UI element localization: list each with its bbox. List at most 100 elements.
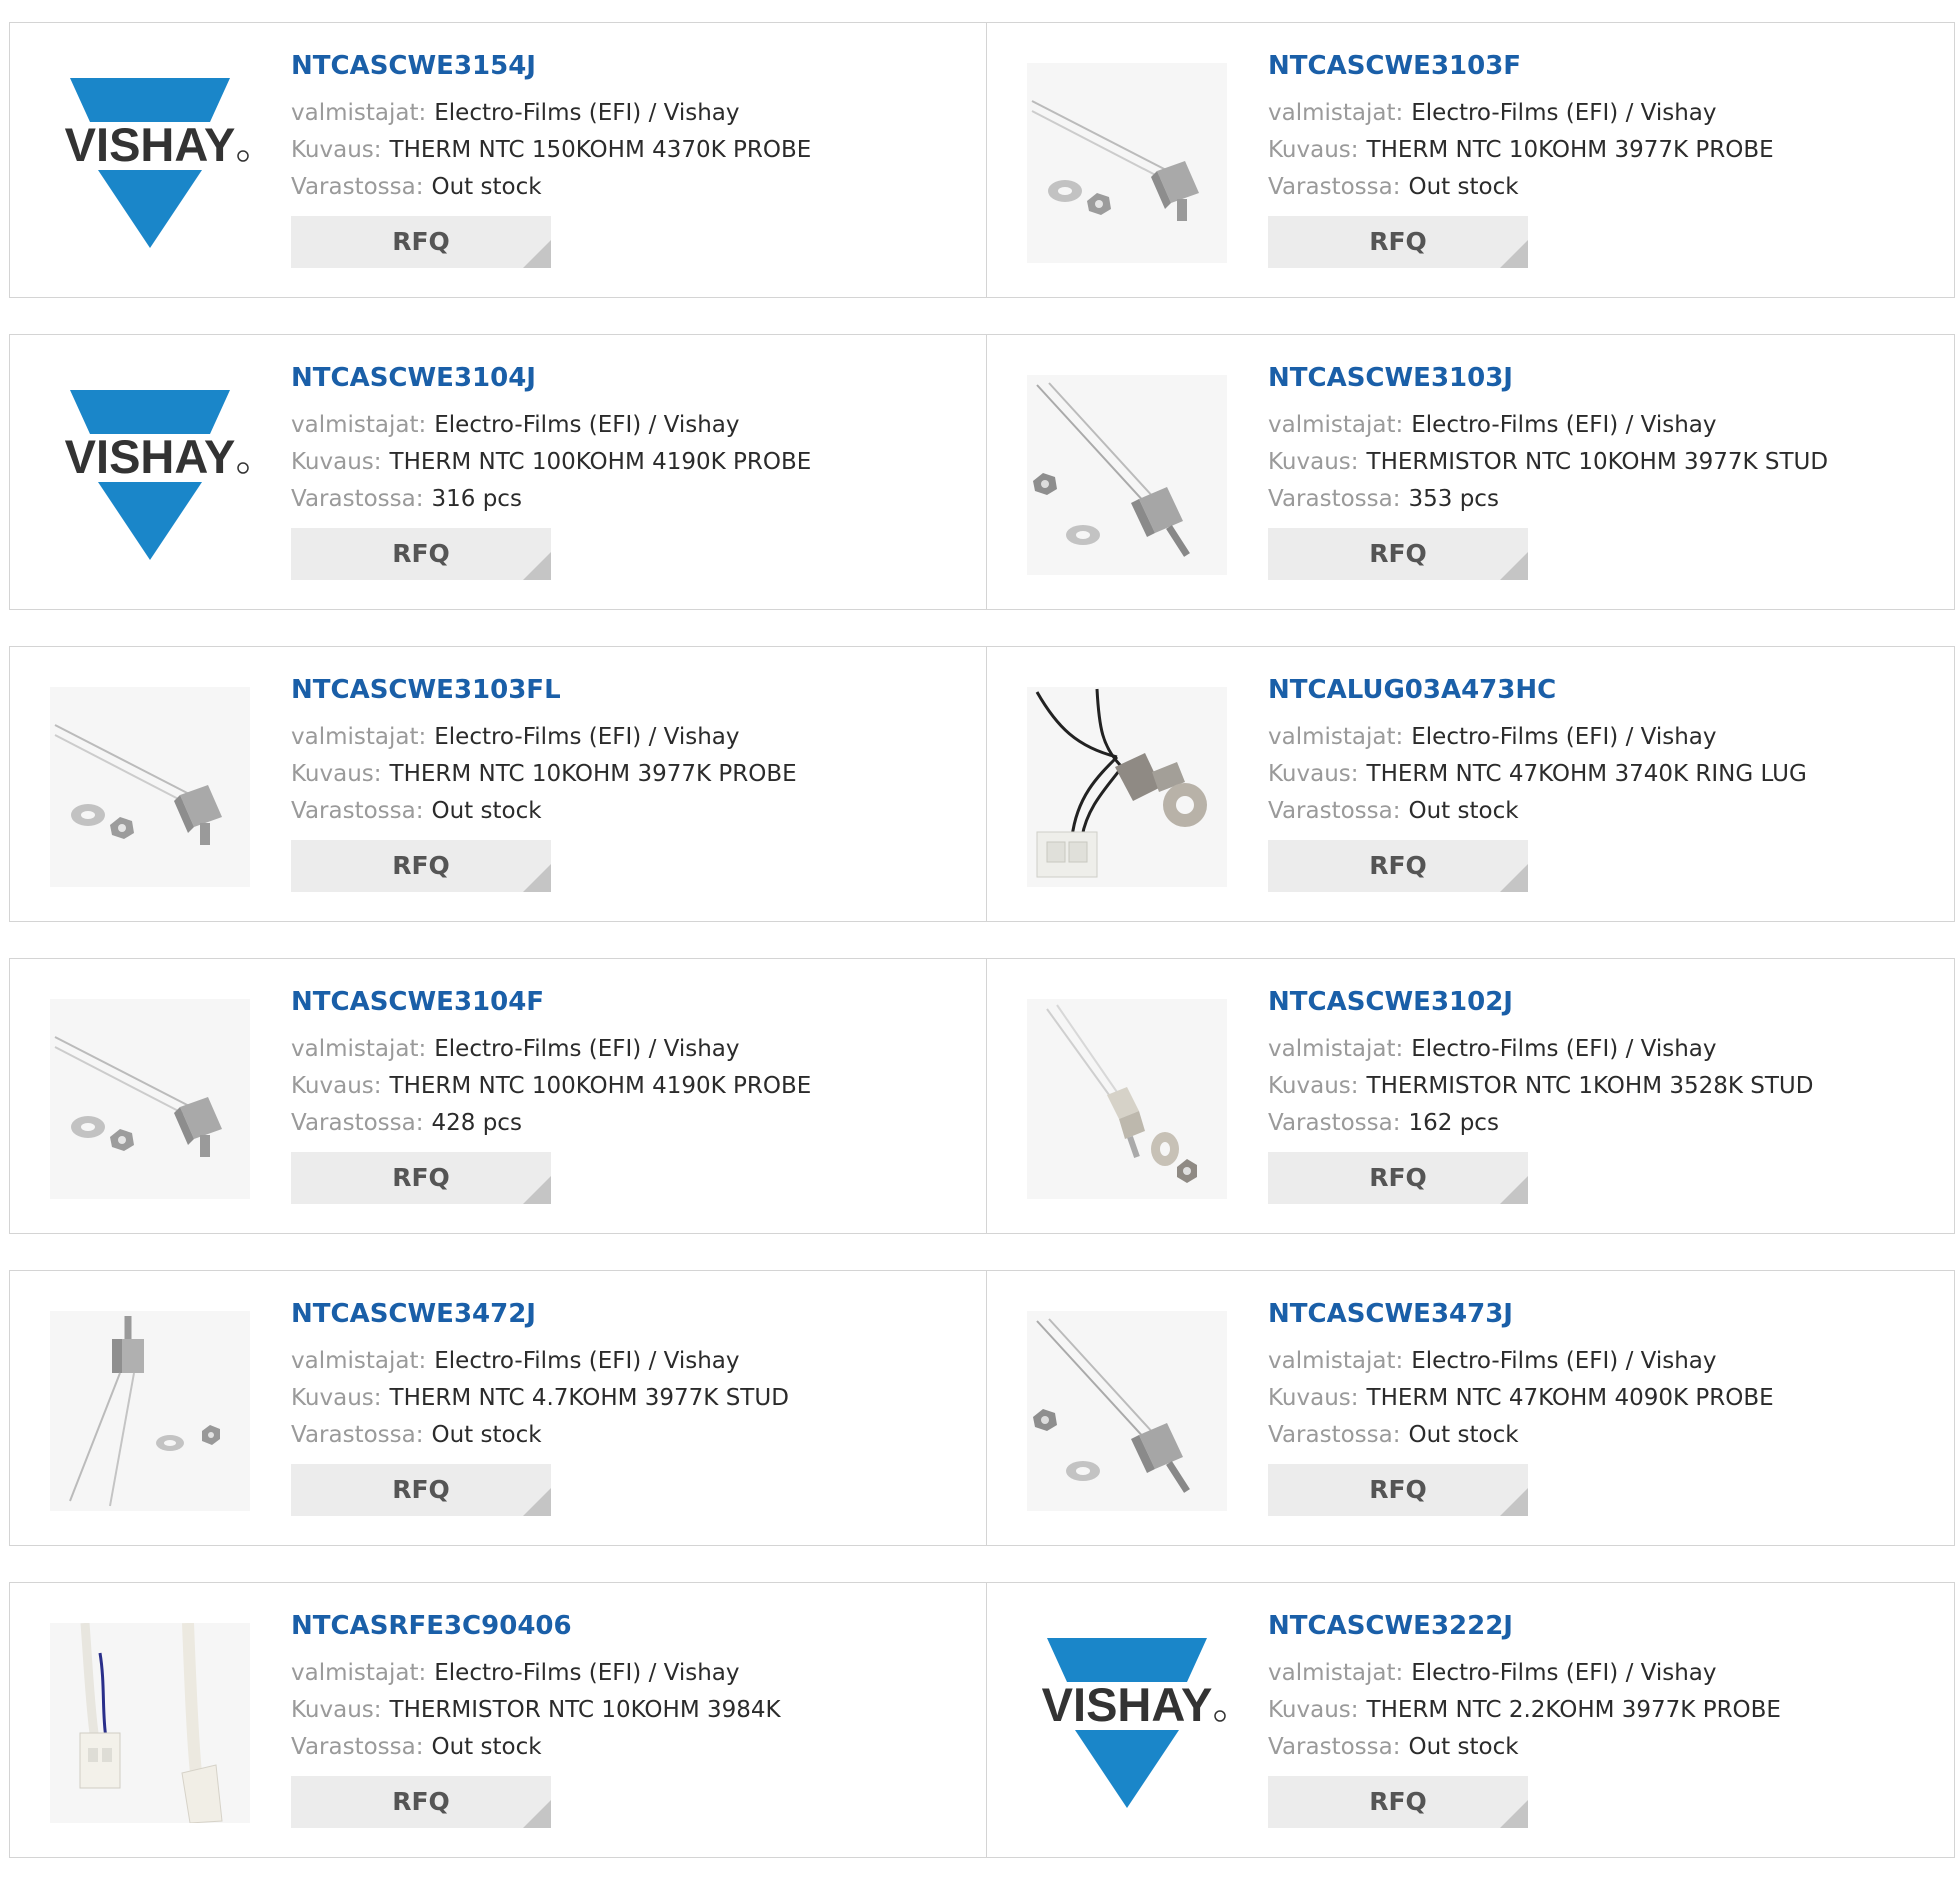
part-number-link[interactable]: NTCASCWE3472J (291, 1297, 976, 1331)
corner-triangle-icon (523, 1176, 551, 1204)
part-number-link[interactable]: NTCASCWE3104J (291, 361, 976, 395)
stock-line: Varastossa: Out stock (291, 1729, 976, 1766)
part-number-link[interactable]: NTCASCWE3104F (291, 985, 976, 1019)
product-image[interactable] (50, 687, 250, 887)
rfq-button[interactable]: RFQ (1268, 1152, 1528, 1204)
part-number-link[interactable]: NTCASCWE3102J (1268, 985, 1944, 1019)
stock-value: Out stock (1408, 798, 1519, 824)
description-line: Kuvaus: THERM NTC 100KOHM 4190K PROBE (291, 444, 976, 481)
product-image[interactable] (50, 1311, 250, 1511)
part-number-link[interactable]: NTCASCWE3154J (291, 49, 976, 83)
product-image[interactable] (1027, 375, 1227, 575)
product-image[interactable]: VISHAY (1027, 1623, 1227, 1823)
product-image[interactable] (50, 1623, 250, 1823)
product-image[interactable] (1027, 999, 1227, 1199)
part-number-link[interactable]: NTCASCWE3103J (1268, 361, 1944, 395)
stock-value: Out stock (431, 174, 542, 200)
rfq-button[interactable]: RFQ (1268, 528, 1528, 580)
description-value: THERMISTOR NTC 1KOHM 3528K STUD (1366, 1073, 1814, 1099)
stock-value: 162 pcs (1408, 1110, 1499, 1136)
product-row: NTCASRFE3C90406 valmistajat: Electro-Film… (9, 1582, 1955, 1858)
manufacturer-label: valmistajat: (291, 1036, 427, 1062)
manufacturer-value: Electro-Films (EFI) / Vishay (1411, 412, 1717, 438)
svg-text:VISHAY: VISHAY (1042, 1678, 1213, 1731)
description-value: THERM NTC 47KOHM 3740K RING LUG (1366, 761, 1807, 787)
rfq-button[interactable]: RFQ (291, 1152, 551, 1204)
product-card: VISHAY NTCASCWE3222J valmistajat: Electro… (986, 1583, 1954, 1857)
product-info: NTCASCWE3154J valmistajat: Electro-Films … (291, 49, 976, 268)
product-info: NTCASCWE3104J valmistajat: Electro-Films … (291, 361, 976, 580)
description-label: Kuvaus: (291, 1697, 382, 1723)
corner-triangle-icon (523, 1800, 551, 1828)
rfq-button[interactable]: RFQ (291, 528, 551, 580)
rfq-button[interactable]: RFQ (291, 1776, 551, 1828)
manufacturer-line: valmistajat: Electro-Films (EFI) / Vishay (1268, 1343, 1944, 1380)
part-number-link[interactable]: NTCALUG03A473HC (1268, 673, 1944, 707)
stock-label: Varastossa: (1268, 1422, 1401, 1448)
product-image[interactable] (1027, 63, 1227, 263)
manufacturer-line: valmistajat: Electro-Films (EFI) / Vishay (1268, 1031, 1944, 1068)
product-image[interactable] (1027, 687, 1227, 887)
description-line: Kuvaus: THERM NTC 4.7KOHM 3977K STUD (291, 1380, 976, 1417)
rfq-button[interactable]: RFQ (1268, 1464, 1528, 1516)
stock-line: Varastossa: 428 pcs (291, 1105, 976, 1142)
rfq-button[interactable]: RFQ (291, 216, 551, 268)
manufacturer-value: Electro-Films (EFI) / Vishay (1411, 724, 1717, 750)
stock-label: Varastossa: (291, 1110, 424, 1136)
part-number-link[interactable]: NTCASCWE3473J (1268, 1297, 1944, 1331)
product-info: NTCASCWE3472J valmistajat: Electro-Films … (291, 1297, 976, 1516)
part-number-link[interactable]: NTCASCWE3103F (1268, 49, 1944, 83)
rfq-label: RFQ (1369, 1163, 1427, 1192)
corner-triangle-icon (1500, 864, 1528, 892)
part-number-link[interactable]: NTCASCWE3103FL (291, 673, 976, 707)
product-image[interactable]: VISHAY (50, 375, 250, 575)
manufacturer-label: valmistajat: (1268, 412, 1404, 438)
rfq-button[interactable]: RFQ (291, 840, 551, 892)
manufacturer-value: Electro-Films (EFI) / Vishay (1411, 1660, 1717, 1686)
manufacturer-line: valmistajat: Electro-Films (EFI) / Vishay (291, 1343, 976, 1380)
stock-value: 316 pcs (431, 486, 522, 512)
description-line: Kuvaus: THERMISTOR NTC 10KOHM 3984K (291, 1692, 976, 1729)
stock-line: Varastossa: 162 pcs (1268, 1105, 1944, 1142)
corner-triangle-icon (523, 552, 551, 580)
stock-line: Varastossa: Out stock (291, 793, 976, 830)
product-card: NTCASRFE3C90406 valmistajat: Electro-Film… (10, 1583, 986, 1857)
description-label: Kuvaus: (291, 761, 382, 787)
description-line: Kuvaus: THERM NTC 100KOHM 4190K PROBE (291, 1068, 976, 1105)
description-line: Kuvaus: THERM NTC 47KOHM 4090K PROBE (1268, 1380, 1944, 1417)
product-image[interactable]: VISHAY (50, 63, 250, 263)
stock-value: Out stock (431, 1422, 542, 1448)
product-image[interactable] (1027, 1311, 1227, 1511)
part-number-link[interactable]: NTCASRFE3C90406 (291, 1609, 976, 1643)
stock-value: Out stock (1408, 1422, 1519, 1448)
manufacturer-label: valmistajat: (291, 724, 427, 750)
rfq-button[interactable]: RFQ (1268, 216, 1528, 268)
manufacturer-label: valmistajat: (291, 100, 427, 126)
rfq-label: RFQ (392, 1163, 450, 1192)
rfq-button[interactable]: RFQ (1268, 840, 1528, 892)
svg-text:VISHAY: VISHAY (65, 430, 236, 483)
product-row: VISHAY NTCASCWE3154J valmistajat: Electro… (9, 22, 1955, 298)
corner-triangle-icon (1500, 1176, 1528, 1204)
corner-triangle-icon (1500, 552, 1528, 580)
rfq-button[interactable]: RFQ (1268, 1776, 1528, 1828)
rfq-button[interactable]: RFQ (291, 1464, 551, 1516)
product-image[interactable] (50, 999, 250, 1199)
stock-label: Varastossa: (291, 1422, 424, 1448)
stock-line: Varastossa: Out stock (1268, 793, 1944, 830)
description-line: Kuvaus: THERM NTC 47KOHM 3740K RING LUG (1268, 756, 1944, 793)
description-label: Kuvaus: (291, 137, 382, 163)
part-number-link[interactable]: NTCASCWE3222J (1268, 1609, 1944, 1643)
corner-triangle-icon (523, 864, 551, 892)
rfq-label: RFQ (392, 1475, 450, 1504)
description-line: Kuvaus: THERMISTOR NTC 10KOHM 3977K STUD (1268, 444, 1944, 481)
description-value: THERM NTC 100KOHM 4190K PROBE (389, 449, 812, 475)
stock-label: Varastossa: (1268, 798, 1401, 824)
product-info: NTCALUG03A473HC valmistajat: Electro-Film… (1268, 673, 1944, 892)
product-card: NTCASCWE3103F valmistajat: Electro-Films … (986, 23, 1954, 297)
product-grid: VISHAY NTCASCWE3154J valmistajat: Electro… (9, 22, 1955, 1894)
stock-value: Out stock (431, 798, 542, 824)
manufacturer-line: valmistajat: Electro-Films (EFI) / Vishay (1268, 407, 1944, 444)
description-line: Kuvaus: THERM NTC 10KOHM 3977K PROBE (291, 756, 976, 793)
manufacturer-line: valmistajat: Electro-Films (EFI) / Vishay (1268, 1655, 1944, 1692)
